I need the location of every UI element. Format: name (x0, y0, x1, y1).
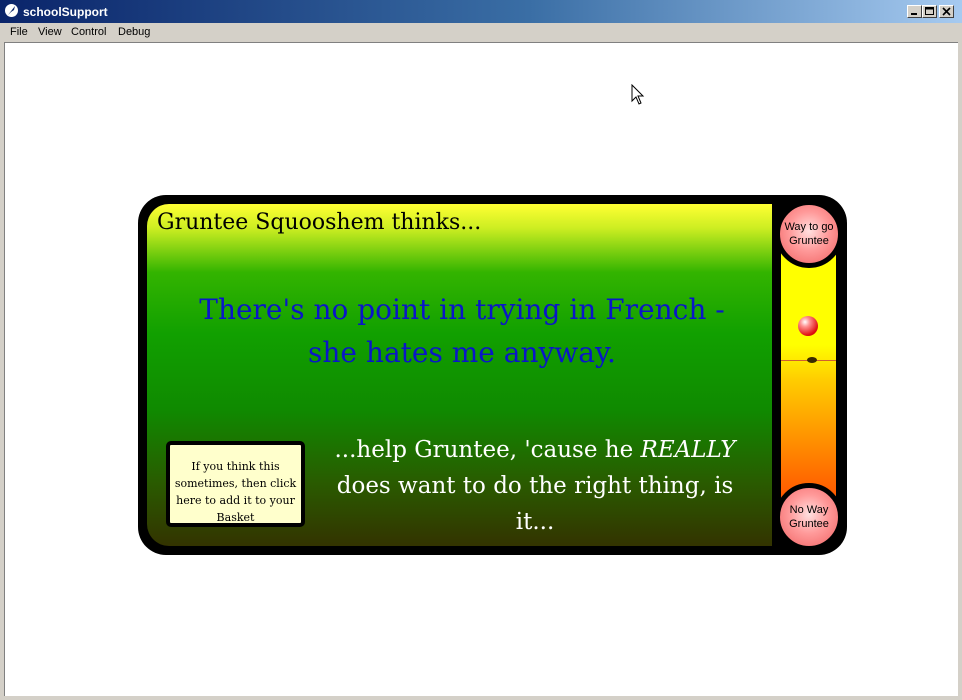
menu-debug[interactable]: Debug (118, 26, 150, 38)
menu-file[interactable]: File (10, 26, 28, 38)
speaker-heading: Gruntee Squooshem thinks... (157, 210, 482, 235)
close-button[interactable] (939, 5, 954, 18)
mouse-cursor-icon (631, 84, 645, 105)
menu-bar: File View Control Debug (0, 23, 962, 42)
maximize-button[interactable] (922, 5, 937, 18)
app-feather-icon (5, 4, 18, 17)
window-title: schoolSupport (23, 5, 108, 19)
thought-text: There's no point in trying in French - s… (199, 293, 725, 369)
add-to-basket-button[interactable]: If you think this sometimes, then click … (166, 441, 305, 527)
thought-card: Gruntee Squooshem thinks... There's no p… (138, 195, 847, 555)
meter-marker (807, 357, 817, 363)
maximize-icon (925, 7, 934, 15)
close-icon (942, 7, 951, 16)
help-prefix: ...help Gruntee, 'cause he (334, 437, 641, 463)
opinion-meter[interactable] (781, 227, 836, 522)
minimize-button[interactable] (907, 5, 922, 18)
thought-panel: Gruntee Squooshem thinks... There's no p… (147, 204, 772, 546)
help-suffix: does want to do the right thing, is it..… (336, 473, 734, 535)
meter-slider-ball[interactable] (798, 316, 818, 336)
no-way-label: No Way Gruntee (789, 504, 829, 530)
way-to-go-label: Way to go Gruntee (784, 221, 834, 247)
no-way-button[interactable]: No Way Gruntee (775, 483, 843, 551)
help-emphasis: REALLY (640, 437, 736, 463)
help-prompt: ...help Gruntee, 'cause he REALLY does w… (325, 432, 745, 540)
way-to-go-button[interactable]: Way to go Gruntee (775, 200, 843, 268)
minimize-icon (911, 13, 917, 15)
client-area: Gruntee Squooshem thinks... There's no p… (4, 42, 958, 696)
menu-control[interactable]: Control (71, 26, 106, 38)
menu-view[interactable]: View (38, 26, 62, 38)
title-bar[interactable]: schoolSupport (0, 0, 962, 23)
